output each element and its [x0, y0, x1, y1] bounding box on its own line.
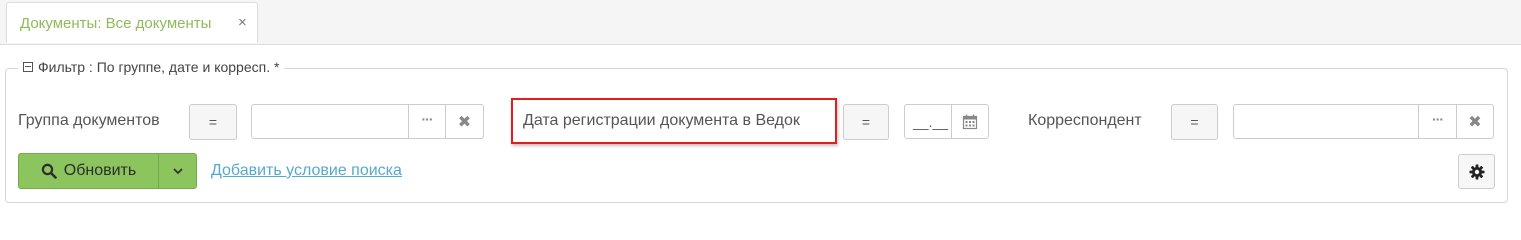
- close-icon[interactable]: ×: [238, 14, 247, 31]
- tab-all-documents[interactable]: Документы: Все документы ×: [6, 2, 258, 43]
- correspondent-label: Корреспондент: [1028, 112, 1142, 129]
- correspondent-operator-button[interactable]: =: [1171, 104, 1218, 140]
- clear-icon: ✖: [1468, 113, 1482, 131]
- filter-legend-text: Фильтр : По группе, дате и корресп. *: [38, 59, 280, 75]
- add-search-condition-link[interactable]: Добавить условие поиска: [211, 162, 402, 180]
- filter-legend[interactable]: Фильтр : По группе, дате и корресп. *: [18, 57, 285, 77]
- document-group-operator-button[interactable]: =: [189, 104, 237, 140]
- correspondent-input[interactable]: [1233, 104, 1419, 139]
- tab-label: Документы: Все документы: [20, 15, 212, 32]
- refresh-button[interactable]: Обновить: [18, 153, 159, 189]
- ellipsis-icon: ···: [421, 110, 434, 127]
- settings-button[interactable]: [1458, 154, 1495, 189]
- registration-date-input[interactable]: __.__: [904, 104, 952, 139]
- registration-date-operator-button[interactable]: =: [843, 104, 889, 140]
- refresh-label: Обновить: [63, 162, 137, 179]
- document-group-browse-button[interactable]: ···: [408, 104, 446, 139]
- document-group-label: Группа документов: [18, 112, 160, 129]
- ellipsis-icon: ···: [1432, 110, 1444, 127]
- search-icon: [41, 163, 57, 179]
- calendar-icon: [962, 114, 978, 129]
- document-group-input[interactable]: [251, 104, 409, 139]
- collapse-icon[interactable]: [23, 62, 33, 72]
- refresh-dropdown-button[interactable]: [158, 153, 197, 189]
- correspondent-browse-button[interactable]: ···: [1418, 104, 1457, 139]
- clear-icon: ✖: [457, 113, 472, 131]
- calendar-button[interactable]: [951, 104, 989, 139]
- tab-bar: Документы: Все документы ×: [0, 0, 1521, 45]
- registration-date-label: Дата регистрации документа в Ведок: [523, 112, 800, 129]
- correspondent-clear-button[interactable]: ✖: [1456, 104, 1494, 139]
- document-group-clear-button[interactable]: ✖: [445, 104, 484, 139]
- gear-icon: [1469, 164, 1484, 179]
- chevron-down-icon: [172, 168, 183, 175]
